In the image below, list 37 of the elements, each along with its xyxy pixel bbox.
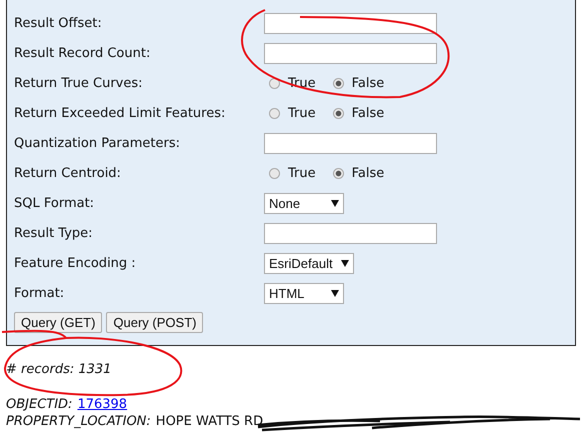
- text-field[interactable]: [264, 132, 437, 154]
- radio-button[interactable]: [332, 78, 344, 88]
- field-name: OBJECTID:: [6, 396, 72, 413]
- record-link[interactable]: 176398: [77, 396, 128, 413]
- caret-icon: [331, 200, 339, 206]
- radio-label: True: [288, 166, 316, 180]
- radio-label: False: [352, 76, 384, 90]
- radio-button[interactable]: [269, 108, 280, 118]
- field-value: HOPE WATTS RD: [156, 413, 264, 430]
- field-label: Quantization Parameters:: [14, 136, 181, 150]
- record-count: # records: 1331: [6, 362, 112, 379]
- query-button[interactable]: Query (GET): [14, 312, 102, 333]
- field-label: Format:: [14, 286, 66, 300]
- radio-label: False: [352, 106, 384, 120]
- dropdown[interactable]: EsriDefault: [264, 252, 354, 274]
- radio-button[interactable]: [332, 168, 344, 178]
- field-label: SQL Format:: [14, 196, 96, 210]
- field-label: Feature Encoding :: [14, 256, 137, 270]
- field-name: PROPERTY_LOCATION:: [6, 413, 151, 430]
- text-field[interactable]: [264, 42, 437, 64]
- field-label: Return Centroid:: [14, 166, 122, 180]
- dropdown[interactable]: HTML: [264, 282, 344, 304]
- field-label: Result Record Count:: [14, 46, 152, 60]
- text-field[interactable]: [264, 12, 437, 34]
- radio-button[interactable]: [332, 108, 344, 118]
- field-label: Result Type:: [14, 226, 94, 240]
- caret-icon: [331, 290, 339, 296]
- field-label: Return True Curves:: [14, 76, 144, 90]
- radio-button[interactable]: [269, 168, 280, 178]
- radio-label: False: [352, 166, 384, 180]
- caret-icon: [340, 260, 349, 266]
- query-button[interactable]: Query (POST): [106, 312, 204, 333]
- dropdown[interactable]: None: [264, 192, 344, 214]
- field-label: Return Exceeded Limit Features:: [14, 106, 226, 120]
- text-field[interactable]: [264, 222, 437, 244]
- field-label: Result Offset:: [14, 16, 103, 30]
- radio-label: True: [288, 106, 316, 120]
